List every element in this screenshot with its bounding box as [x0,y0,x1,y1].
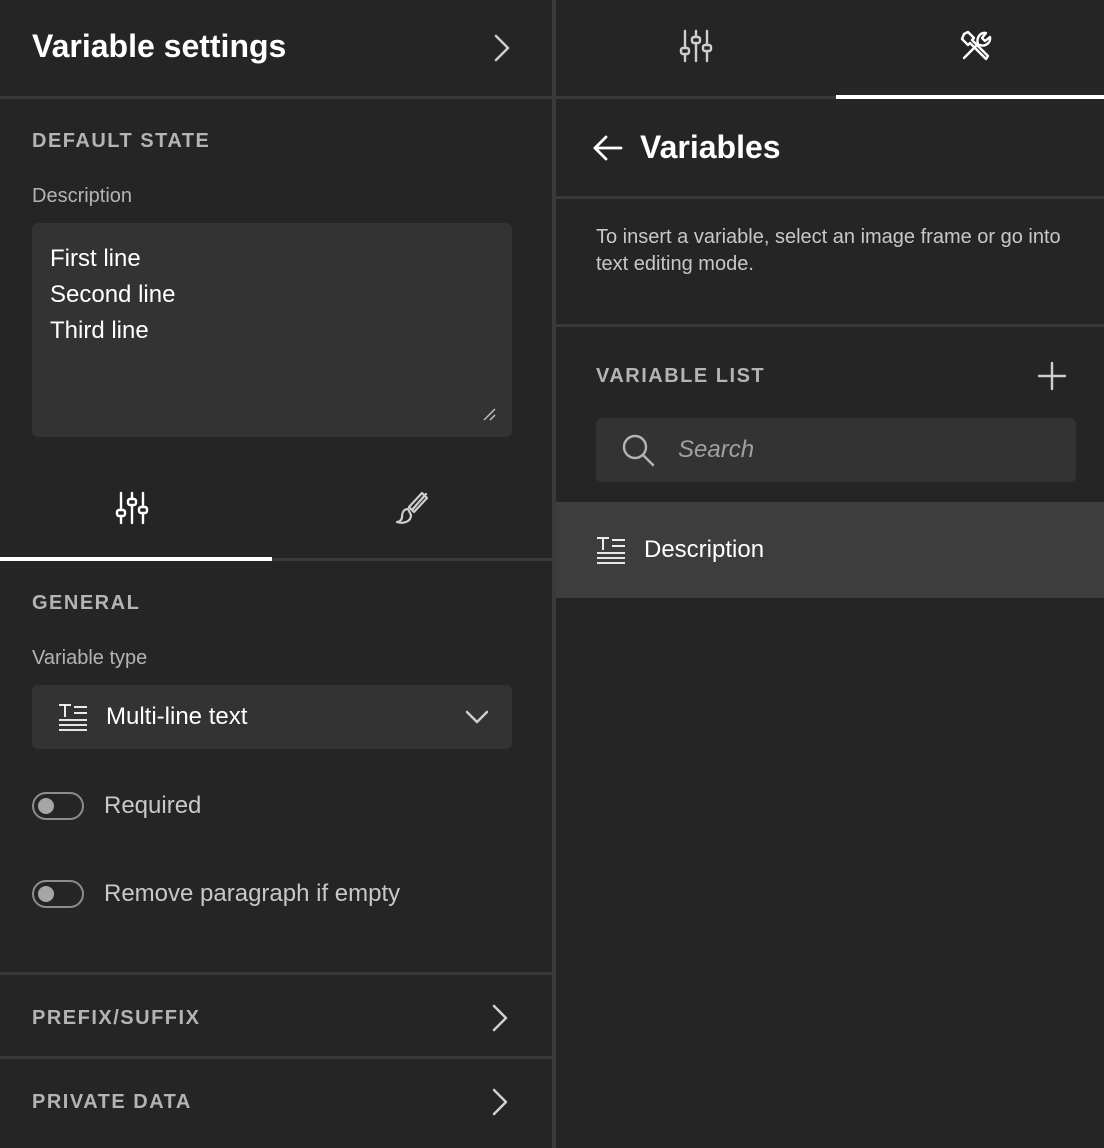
active-tab-indicator [0,557,272,561]
variable-list-item[interactable]: Description [556,502,1104,598]
required-toggle[interactable] [32,792,84,820]
required-label: Required [104,792,202,819]
general-label: GENERAL [32,592,141,614]
insert-hint: To insert a variable, select an image fr… [596,226,1061,275]
description-label: Description [32,185,133,207]
chevron-right-icon[interactable] [490,1002,510,1034]
divider [0,972,552,975]
add-variable-icon[interactable] [1036,360,1068,392]
variables-panel: Variables To insert a variable, select a… [556,0,1104,1148]
sliders-icon[interactable] [678,28,714,64]
multiline-text-icon [59,704,87,731]
search-icon [622,434,655,467]
divider [0,96,552,99]
toggle-knob [38,798,54,814]
default-state-label: DEFAULT STATE [32,130,211,152]
variable-type-select[interactable]: Multi-line text [32,685,512,749]
variables-title: Variables [640,129,781,165]
description-line: Third line [50,317,149,344]
search-input[interactable] [678,430,1058,470]
chevron-down-icon [465,710,489,724]
arrow-left-icon[interactable] [592,134,624,162]
prefix-suffix-section[interactable]: PREFIX/SUFFIX [32,1007,200,1030]
chevron-right-icon[interactable] [492,32,512,64]
divider [556,196,1104,199]
divider [0,1056,552,1059]
remove-paragraph-toggle[interactable] [32,880,84,908]
variable-label: Description [644,536,765,563]
variable-settings-panel: Variable settings DEFAULT STATE Descript… [0,0,552,1148]
variable-list-label: VARIABLE LIST [596,365,766,387]
private-data-section[interactable]: PRIVATE DATA [32,1091,192,1114]
active-tab-indicator [836,95,1104,99]
tools-icon[interactable] [958,28,994,64]
variable-type-value: Multi-line text [106,703,248,730]
description-line: First line [50,245,141,272]
sliders-icon[interactable] [114,490,150,526]
remove-paragraph-label: Remove paragraph if empty [104,880,401,907]
multiline-text-icon [597,537,625,564]
description-textarea[interactable]: First line Second line Third line [32,223,512,437]
divider [556,324,1104,327]
resize-handle-icon[interactable] [482,407,496,421]
chevron-right-icon[interactable] [490,1086,510,1118]
toggle-knob [38,886,54,902]
variable-type-label: Variable type [32,647,148,669]
panel-title: Variable settings [32,28,287,64]
search-box[interactable] [596,418,1076,482]
description-line: Second line [50,281,176,308]
brush-icon[interactable] [394,490,430,526]
